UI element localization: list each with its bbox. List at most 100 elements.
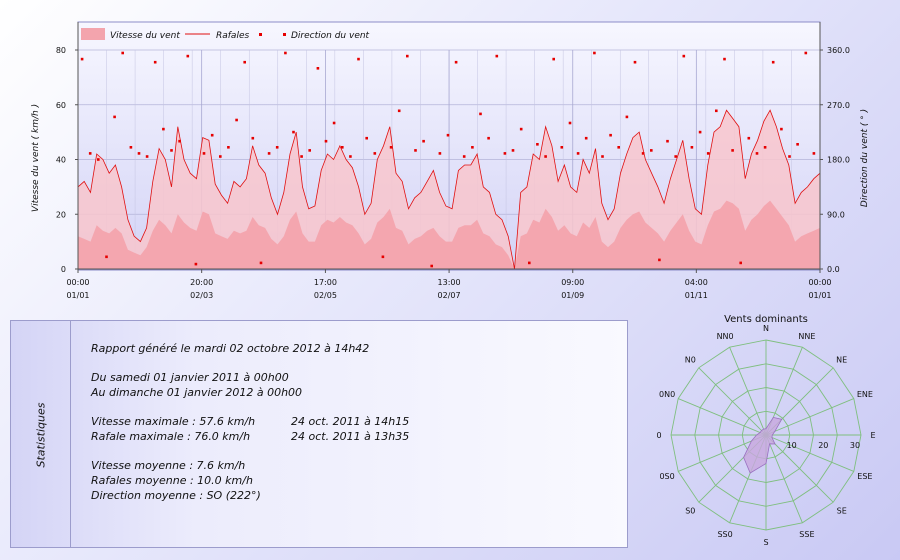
y2-tick-label: 90.0 — [827, 210, 845, 219]
rose-direction-label: E — [870, 431, 875, 440]
rose-direction-label: 0S0 — [659, 472, 674, 481]
direction-point — [804, 51, 808, 55]
direction-point — [170, 149, 173, 152]
direction-point — [641, 152, 645, 155]
y-axis-right-label: Direction du vent ( ° ) — [860, 109, 870, 207]
direction-point — [219, 155, 222, 158]
direction-point — [511, 149, 515, 152]
direction-point — [690, 146, 694, 149]
direction-point — [609, 133, 612, 137]
direction-point — [389, 146, 393, 149]
max-gust-label: Rafale maximale : 76.0 km/h — [91, 430, 251, 443]
direction-point — [625, 115, 629, 119]
max-gust-date: 24 oct. 2011 à 13h35 — [291, 430, 410, 443]
direction-point — [755, 152, 759, 155]
direction-point — [674, 155, 677, 158]
direction-point — [479, 112, 482, 116]
direction-point — [332, 121, 336, 125]
rose-radius-label: 30 — [850, 441, 860, 450]
direction-point — [243, 60, 246, 64]
direction-point — [519, 127, 523, 131]
direction-point — [544, 155, 547, 158]
legend-direction-swatch — [259, 33, 262, 36]
direction-point — [284, 51, 287, 55]
direction-point — [601, 155, 604, 158]
direction-point — [593, 51, 596, 55]
direction-point — [186, 54, 190, 58]
max-speed-row: Vitesse maximale : 57.6 km/h 24 oct. 2011… — [91, 414, 611, 429]
direction-point — [422, 139, 425, 143]
y-tick-label: 40 — [56, 156, 66, 165]
direction-point — [308, 149, 311, 152]
direction-point — [292, 130, 295, 134]
y-tick-label: 80 — [56, 46, 66, 55]
direction-point — [259, 261, 263, 265]
y2-tick-label: 270.0 — [827, 101, 850, 110]
x-tick-time: 20:00 — [190, 278, 213, 287]
direction-point — [406, 54, 409, 58]
direction-point — [162, 127, 165, 131]
x-tick-time: 04:00 — [685, 278, 708, 287]
legend-speed-swatch — [81, 28, 105, 40]
rose-direction-label: SSE — [799, 530, 814, 539]
legend-speed-label: Vitesse du vent — [110, 31, 180, 41]
direction-point — [145, 155, 149, 158]
direction-point — [267, 152, 271, 155]
direction-point — [97, 158, 100, 161]
rose-direction-label: 0 — [656, 431, 661, 440]
direction-point — [430, 264, 433, 268]
x-tick-date: 02/05 — [314, 291, 337, 300]
max-speed-date: 24 oct. 2011 à 14h15 — [291, 415, 410, 428]
direction-point — [462, 155, 466, 158]
direction-point — [300, 155, 303, 158]
avg-speed: Vitesse moyenne : 7.6 km/h — [91, 459, 246, 472]
rose-direction-label: SE — [837, 507, 847, 516]
direction-point — [747, 136, 751, 140]
direction-point — [666, 139, 669, 143]
direction-point — [381, 255, 385, 259]
period-to: Au dimanche 01 janvier 2012 à 00h00 — [91, 386, 303, 399]
direction-point — [706, 152, 710, 155]
direction-point — [438, 152, 442, 155]
direction-point — [576, 152, 580, 155]
direction-point — [373, 152, 377, 155]
direction-point — [105, 255, 108, 259]
max-gust-row: Rafale maximale : 76.0 km/h 24 oct. 2011 … — [91, 429, 611, 444]
direction-point — [560, 146, 564, 149]
x-tick-date: 01/09 — [561, 291, 584, 300]
direction-point — [414, 149, 417, 152]
x-tick-date: 01/01 — [808, 291, 831, 300]
rose-direction-label: N0 — [685, 355, 696, 364]
x-tick-time: 09:00 — [561, 278, 584, 287]
statistics-panel: Statistiques Rapport généré le mardi 02 … — [10, 320, 628, 548]
report-generated: Rapport généré le mardi 02 octobre 2012 … — [91, 342, 370, 355]
direction-point — [682, 54, 686, 58]
x-tick-date: 01/01 — [66, 291, 89, 300]
rose-spoke — [698, 367, 767, 436]
direction-point — [341, 146, 344, 149]
y2-tick-label: 180.0 — [827, 156, 850, 165]
direction-point — [137, 152, 141, 155]
direction-point — [324, 139, 328, 143]
direction-point — [235, 118, 238, 122]
y2-tick-label: 360.0 — [827, 46, 850, 55]
direction-point — [397, 109, 401, 113]
rose-direction-label: ESE — [857, 472, 872, 481]
legend-gust-label: Rafales — [216, 31, 249, 41]
direction-point — [454, 60, 458, 64]
x-tick-time: 00:00 — [808, 278, 831, 287]
direction-point — [365, 136, 368, 140]
rose-direction-label: SS0 — [717, 530, 732, 539]
direction-point — [113, 115, 116, 119]
period-from: Du samedi 01 janvier 2011 à 00h00 — [91, 371, 289, 384]
wind-report-page: 0 20 40 60 80 0.0 90.0 180.0 270.0 360.0 00:00 01/0… — [0, 0, 900, 560]
x-tick-date: 02/03 — [190, 291, 213, 300]
statistics-title: Statistiques — [34, 402, 48, 468]
direction-point — [194, 262, 198, 266]
x-tick-time: 13:00 — [438, 278, 461, 287]
direction-point — [121, 51, 124, 55]
rose-direction-label: NNE — [798, 332, 815, 341]
direction-point — [771, 60, 775, 64]
avg-direction: Direction moyenne : SO (222°) — [91, 489, 261, 502]
x-tick-date: 02/07 — [438, 291, 461, 300]
